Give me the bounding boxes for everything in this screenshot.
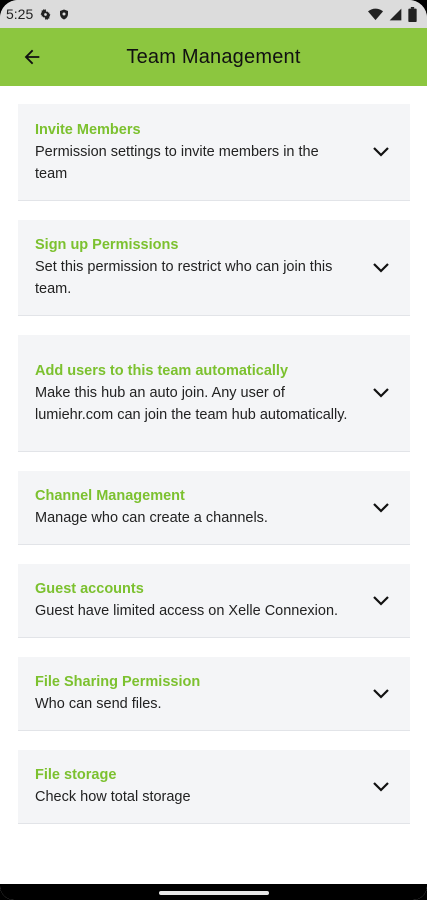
- section-title: Guest accounts: [35, 581, 144, 597]
- section-guest-accounts[interactable]: Guest accounts Guest have limited access…: [18, 564, 410, 638]
- section-title: File storage: [35, 767, 117, 783]
- section-channel-management[interactable]: Channel Management Manage who can create…: [18, 471, 410, 545]
- section-text: Add users to this team automatically Mak…: [35, 361, 370, 426]
- section-description: Guest have limited access on Xelle Conne…: [35, 603, 339, 619]
- section-title: File Sharing Permission: [35, 674, 201, 690]
- phone-screen: 5:25 Team Management Invite Members Perm…: [0, 0, 427, 900]
- home-indicator[interactable]: [158, 891, 269, 895]
- system-navigation-bar: [0, 884, 427, 900]
- section-text: Sign up Permissions Set this permission …: [35, 235, 370, 300]
- chevron-down-icon[interactable]: [370, 683, 392, 705]
- section-text: File storage Check how total storage: [35, 765, 370, 808]
- section-description: Make this hub an auto join. Any user of …: [35, 384, 348, 423]
- section-title: Invite Members: [35, 121, 141, 138]
- section-file-sharing-permission[interactable]: File Sharing Permission Who can send fil…: [18, 657, 410, 731]
- status-left: 5:25: [6, 6, 70, 22]
- chevron-down-icon[interactable]: [370, 497, 392, 519]
- section-title: Add users to this team automatically: [35, 362, 289, 379]
- section-text: File Sharing Permission Who can send fil…: [35, 672, 370, 715]
- section-text: Guest accounts Guest have limited access…: [35, 579, 370, 622]
- section-add-users-automatically[interactable]: Add users to this team automatically Mak…: [18, 335, 410, 452]
- shield-icon: [58, 8, 70, 21]
- back-button[interactable]: [18, 43, 46, 71]
- section-invite-members[interactable]: Invite Members Permission settings to in…: [18, 104, 410, 201]
- section-description: Who can send files.: [35, 696, 162, 712]
- section-title: Sign up Permissions: [35, 237, 179, 253]
- section-file-storage[interactable]: File storage Check how total storage: [18, 750, 410, 824]
- page-title: Team Management: [126, 45, 301, 68]
- section-title: Channel Management: [35, 488, 185, 504]
- wifi-icon: [368, 8, 383, 21]
- section-text: Channel Management Manage who can create…: [35, 486, 370, 529]
- chevron-down-icon[interactable]: [370, 257, 392, 279]
- section-description: Permission settings to invite members in…: [35, 143, 319, 182]
- battery-icon: [408, 6, 417, 22]
- section-description: Set this permission to restrict who can …: [35, 259, 333, 297]
- chevron-down-icon[interactable]: [370, 141, 392, 163]
- settings-list: Invite Members Permission settings to in…: [0, 86, 427, 824]
- chevron-down-icon[interactable]: [370, 590, 392, 612]
- chevron-down-icon[interactable]: [370, 382, 392, 404]
- status-bar: 5:25: [0, 0, 427, 28]
- status-right: [368, 6, 417, 22]
- section-text: Invite Members Permission settings to in…: [35, 120, 370, 185]
- signal-icon: [389, 8, 402, 21]
- section-sign-up-permissions[interactable]: Sign up Permissions Set this permission …: [18, 220, 410, 316]
- chevron-down-icon[interactable]: [370, 776, 392, 798]
- arrow-left-icon: [24, 49, 40, 65]
- settings-gear-icon: [39, 8, 52, 21]
- section-description: Manage who can create a channels.: [35, 510, 268, 526]
- app-bar: Team Management: [0, 28, 427, 86]
- section-description: Check how total storage: [35, 789, 191, 805]
- status-time: 5:25: [6, 6, 34, 22]
